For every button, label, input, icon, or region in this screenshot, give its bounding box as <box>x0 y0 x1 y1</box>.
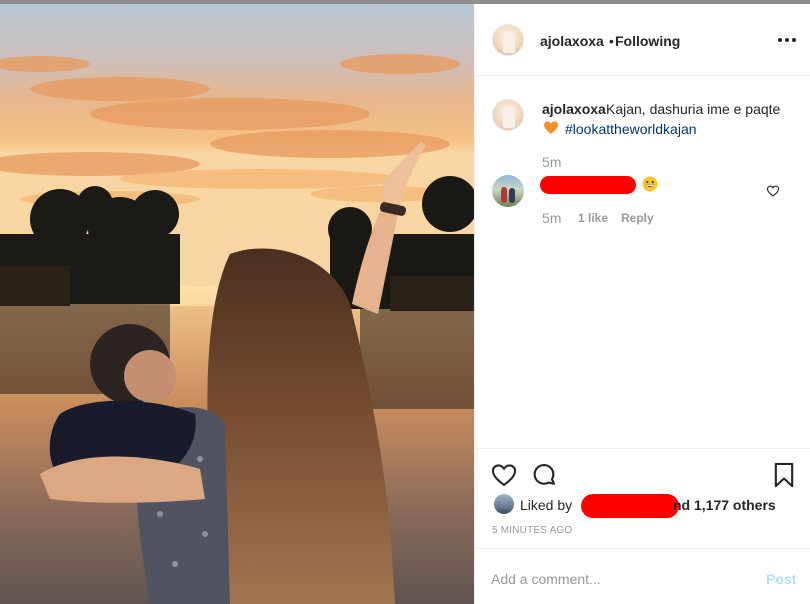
heart-outline-icon[interactable] <box>490 461 518 489</box>
header-separator: • <box>609 33 614 49</box>
add-comment-bar: Post <box>475 548 810 604</box>
post-details-panel: ajolaxoxa • Following ajolaxoxa Kajan, d… <box>474 4 810 604</box>
comment-input[interactable] <box>491 571 751 587</box>
caption-text: Kajan, dashuria ime e paqte <box>606 101 781 117</box>
sunset-photo-image <box>0 4 474 604</box>
redaction-mark <box>581 494 679 518</box>
orange-heart-icon <box>544 121 558 134</box>
post-header: ajolaxoxa • Following <box>475 4 810 76</box>
caption-timestamp: 5m <box>542 154 562 170</box>
comment-like-count[interactable]: 1 like <box>578 211 608 225</box>
liker-avatar[interactable] <box>494 494 514 514</box>
grinning-face-icon <box>642 176 658 192</box>
comment-timestamp: 5m <box>542 210 562 226</box>
comment-like-heart-icon[interactable] <box>766 184 780 198</box>
post-comment-button[interactable]: Post <box>766 571 796 587</box>
more-options-icon[interactable] <box>775 28 799 52</box>
caption-username[interactable]: ajolaxoxa <box>542 101 606 117</box>
bookmark-icon[interactable] <box>770 461 798 489</box>
commenter-avatar[interactable] <box>492 175 524 207</box>
others-likes-link[interactable]: nd 1,177 others <box>673 497 776 513</box>
post-photo[interactable] <box>0 4 474 604</box>
post-time-ago[interactable]: 5 MINUTES AGO <box>492 525 572 536</box>
caption-avatar[interactable] <box>492 99 524 131</box>
liked-by-prefix: Liked by <box>520 497 573 513</box>
author-avatar[interactable] <box>492 24 524 56</box>
comment-bubble-icon[interactable] <box>530 461 558 489</box>
reply-button[interactable]: Reply <box>621 211 654 225</box>
following-button[interactable]: Following <box>615 33 680 49</box>
redaction-mark <box>540 176 636 194</box>
hashtag-link[interactable]: #lookattheworldkajan <box>565 121 697 137</box>
author-username[interactable]: ajolaxoxa <box>540 33 604 49</box>
